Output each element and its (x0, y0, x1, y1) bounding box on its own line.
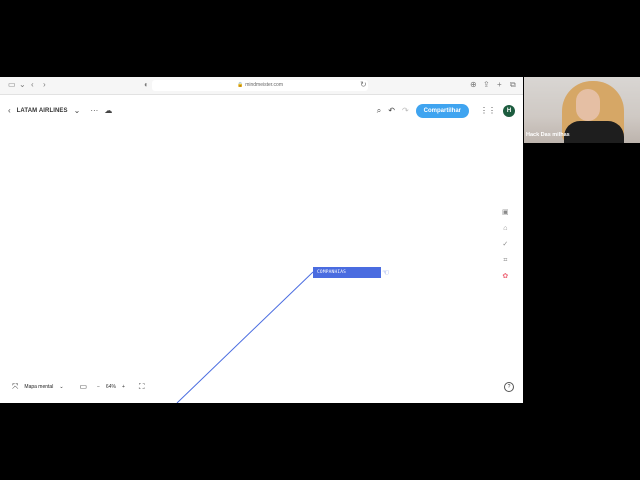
chevron-down-icon: ⌄ (59, 384, 64, 390)
reload-icon[interactable]: ↻ (360, 80, 367, 90)
connector-layer (176, 271, 314, 403)
connector-line (176, 271, 314, 403)
view-mode-switch[interactable]: ⤧ Mapa mental ⌄ ▭ (12, 382, 87, 392)
help-icon[interactable]: ? (504, 382, 514, 392)
zoom-level[interactable]: 64% (106, 384, 116, 390)
download-icon[interactable]: ⊕ (470, 80, 477, 90)
mindmap-icon: ⤧ (12, 382, 19, 391)
browser-window: ▭ ⌄ ‹ › ◐ 🔒 mindmeister.com ↻ ⊕ ⇪ + ⧉ ‹ L… (0, 77, 523, 403)
tabs-icon[interactable]: ⧉ (510, 80, 516, 90)
right-toolbar: ▣ ⌂ ✓ ⌗ ✿ (502, 208, 509, 281)
browser-chrome: ▭ ⌄ ‹ › ◐ 🔒 mindmeister.com ↻ ⊕ ⇪ + ⧉ (0, 77, 523, 95)
person-body (564, 121, 624, 143)
palette-icon[interactable]: ✿ (502, 272, 508, 281)
plus-icon[interactable]: + (497, 80, 502, 90)
chevron-down-icon[interactable]: ⌄ (19, 80, 26, 90)
node-close[interactable]: × (346, 281, 349, 286)
hand-cursor-icon: ☜ (382, 268, 390, 277)
lock-icon: 🔒 (236, 82, 244, 88)
chevron-right-icon[interactable]: › (43, 80, 46, 90)
mindmap-canvas[interactable] (0, 94, 523, 403)
url-text: mindmeister.com (245, 82, 284, 88)
view-mode-label: Mapa mental (24, 384, 54, 390)
fit-screen-icon[interactable]: ⛶ (139, 382, 145, 392)
connect-icon[interactable]: ⌗ (503, 256, 507, 265)
chevron-left-icon[interactable]: ‹ (31, 80, 34, 90)
attachment-icon[interactable]: ⌂ (503, 224, 507, 233)
url-bar[interactable]: 🔒 mindmeister.com (152, 80, 368, 91)
sidebar-icon[interactable]: ▭ (8, 80, 16, 90)
zoom-out-button[interactable]: − (97, 384, 100, 390)
zoom-control: − 64% + ⛶ (97, 382, 144, 392)
task-icon[interactable]: ✓ (502, 240, 508, 249)
shield-icon: ◐ (144, 80, 149, 89)
person-face (576, 89, 600, 121)
image-icon[interactable]: ▣ (502, 208, 509, 217)
mindmap-node[interactable]: COMPANHIAS PARCEIRAS × (313, 267, 381, 286)
node-label: COMPANHIAS PARCEIRAS (317, 270, 347, 286)
share-icon[interactable]: ⇪ (483, 80, 490, 90)
zoom-in-button[interactable]: + (122, 384, 125, 390)
presentation-icon[interactable]: ▭ (80, 382, 88, 392)
video-thumbnail: Hack Das milhas (524, 77, 640, 143)
participant-name: Hack Das milhas (526, 132, 570, 138)
